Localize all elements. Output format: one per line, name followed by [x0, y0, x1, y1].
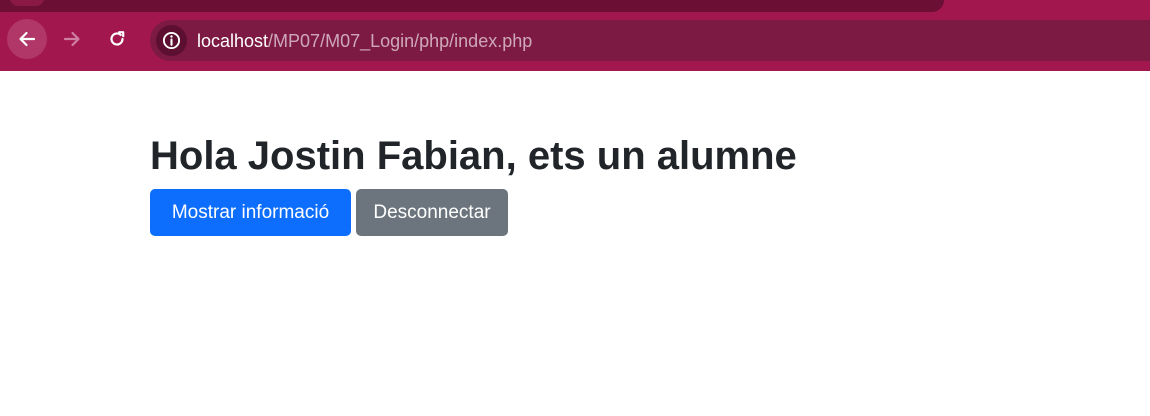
address-bar[interactable]: localhost/MP07/M07_Login/php/index.php [150, 20, 1150, 61]
disconnect-button[interactable]: Desconnectar [356, 189, 508, 236]
show-info-button[interactable]: Mostrar informació [150, 189, 351, 236]
browser-toolbar: localhost/MP07/M07_Login/php/index.php [0, 14, 1150, 71]
back-button[interactable] [7, 19, 47, 59]
url-host: localhost [197, 31, 269, 51]
info-icon [162, 31, 181, 50]
page-title: Hola Jostin Fabian, ets un alumne [150, 134, 797, 178]
tab-bar [0, 0, 944, 12]
site-info-button[interactable] [156, 25, 187, 56]
browser-tab[interactable] [10, 0, 44, 6]
reload-icon [110, 31, 125, 46]
forward-button[interactable] [52, 19, 92, 59]
arrow-left-icon [19, 31, 36, 47]
reload-button[interactable] [97, 19, 137, 59]
arrow-right-icon [63, 31, 80, 47]
url-text[interactable]: localhost/MP07/M07_Login/php/index.php [197, 31, 532, 52]
url-path: /MP07/M07_Login/php/index.php [268, 31, 533, 51]
browser-tab-strip [0, 0, 1150, 14]
